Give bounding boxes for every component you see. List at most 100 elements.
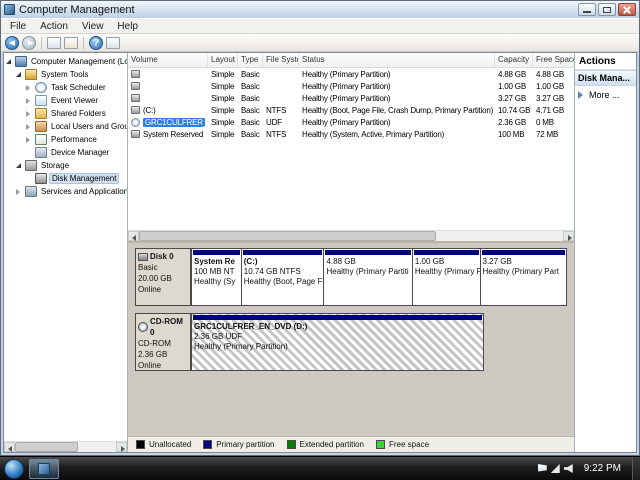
tree-item-system-tools[interactable]: System Tools [4,68,127,81]
volume-row-system-reserved[interactable]: System Reserved Simple Basic NTFS Health… [128,128,574,140]
scrollbar-thumb[interactable] [139,231,436,241]
menu-help[interactable]: Help [110,20,145,33]
partition-3-27-gb[interactable]: 3.27 GB Healthy (Primary Part [480,248,567,306]
console-tree: Computer Management (Local System Tools … [4,53,127,441]
tree-item-local-users-and-groups[interactable]: Local Users and Groups [4,120,127,133]
forward-arrow-icon[interactable] [22,35,36,50]
console-tree-pane: Computer Management (Local System Tools … [4,53,128,452]
partition-dvd-selected[interactable]: GRC1CULFRER_EN_DVD (D:) 2.36 GB UDF Heal… [191,313,485,371]
legend-unallocated: Unallocated [136,440,191,449]
partition-1-00-gb[interactable]: 1.00 GB Healthy (Primary P [412,248,481,306]
tree-item-device-manager[interactable]: Device Manager [4,146,127,159]
scroll-left-arrow[interactable] [128,231,139,241]
tree-item-shared-folders[interactable]: Shared Folders [4,107,127,120]
primary-partition-color-bar [481,250,565,255]
window-title: Computer Management [19,3,135,16]
more-actions-item[interactable]: More ... [575,86,636,104]
tree-item-disk-management[interactable]: Disk Management [4,172,127,185]
tree-horizontal-scrollbar[interactable] [4,441,127,452]
volume-row[interactable]: Simple Basic Healthy (Primary Partition)… [128,80,574,92]
expander-icon[interactable] [26,124,35,130]
tree-item-services-and-applications[interactable]: Services and Applications [4,185,127,198]
partition-c-drive[interactable]: (C:) 10.74 GB NTFS Healthy (Boot, Page F… [241,248,325,306]
legend-primary-partition: Primary partition [203,440,275,449]
system-tray: 9:22 PM [537,457,640,480]
toolbar-separator [41,36,42,49]
maximize-button[interactable] [598,3,616,16]
expander-icon[interactable] [26,137,35,143]
expander-icon[interactable] [6,59,15,64]
actions-disk-management-section[interactable]: Disk Mana... [575,70,636,86]
show-console-tree-icon[interactable] [47,36,61,49]
disk-0-info[interactable]: Disk 0 Basic 20.00 GB Online [135,248,191,306]
action-center-icon[interactable] [537,464,547,472]
volume-row-c-drive[interactable]: (C:) Simple Basic NTFS Healthy (Boot, Pa… [128,104,574,116]
tree-item-event-viewer[interactable]: Event Viewer [4,94,127,107]
taskbar-clock[interactable]: 9:22 PM [577,463,628,474]
expander-icon[interactable] [26,98,35,104]
scroll-right-arrow[interactable] [116,442,127,452]
show-desktop-button[interactable] [632,457,640,480]
start-button[interactable] [4,458,24,479]
refresh-icon[interactable] [106,36,120,49]
scroll-left-arrow[interactable] [4,442,15,452]
column-header-file-system[interactable]: File System [263,53,299,67]
computer-management-window: Computer Management File Action View Hel… [0,0,640,456]
tree-item-performance[interactable]: Performance [4,133,127,146]
cd-rom-0-info[interactable]: CD-ROM 0 CD-ROM 2.36 GB Online [135,313,191,371]
volume-disk-icon [131,106,140,114]
cd-rom-icon [138,322,148,332]
tree-item-task-scheduler[interactable]: Task Scheduler [4,81,127,94]
console-main-area: Computer Management (Local System Tools … [3,52,637,453]
disk-0-block: Disk 0 Basic 20.00 GB Online System Re 1… [135,248,567,306]
menu-file[interactable]: File [3,20,33,33]
task-scheduler-icon [35,82,47,93]
expander-icon[interactable] [26,111,35,117]
primary-partition-color-bar [193,250,240,255]
graphical-disk-view: Disk 0 Basic 20.00 GB Online System Re 1… [128,243,574,436]
minimize-button[interactable] [578,3,596,16]
tree-item-storage[interactable]: Storage [4,159,127,172]
column-header-status[interactable]: Status [299,53,495,67]
scrollbar-thumb[interactable] [15,442,78,452]
taskbar: 9:22 PM [0,456,640,480]
volume-row-dvd-selected[interactable]: GRC1CULFRER_EN... Simple Basic UDF Healt… [128,116,574,128]
close-button[interactable] [618,3,636,16]
storage-icon [25,160,37,171]
back-arrow-icon[interactable] [5,35,19,50]
column-header-capacity[interactable]: Capacity [495,53,533,67]
menubar: File Action View Help [1,18,639,34]
disk-management-icon [35,173,47,184]
system-tools-icon [25,69,37,80]
partition-4-88-gb[interactable]: 4.88 GB Healthy (Primary Partiti [324,248,413,306]
help-icon[interactable]: ? [89,35,103,50]
column-header-free-space[interactable]: Free Space [533,53,577,67]
primary-partition-color-bar [325,250,411,255]
export-list-icon[interactable] [64,36,78,49]
dvd-disc-icon [131,117,140,127]
users-icon [35,121,47,132]
expander-icon[interactable] [16,163,25,168]
volume-row[interactable]: Simple Basic Healthy (Primary Partition)… [128,92,574,104]
expander-icon[interactable] [16,72,25,77]
volume-icon[interactable] [563,464,573,473]
column-header-layout[interactable]: Layout [208,53,238,67]
column-header-volume[interactable]: Volume [128,53,208,67]
volume-row[interactable]: Simple Basic Healthy (Primary Partition)… [128,68,574,80]
network-icon[interactable] [550,464,560,473]
computer-management-taskbar-icon [38,462,50,475]
unallocated-color-swatch [136,440,145,449]
expander-icon[interactable] [16,189,25,195]
device-manager-icon [35,147,47,158]
tree-item-computer-management[interactable]: Computer Management (Local [4,55,127,68]
taskbar-button-computer-management[interactable] [29,458,59,479]
menu-action[interactable]: Action [33,20,75,33]
volume-list-horizontal-scrollbar[interactable] [128,230,574,241]
primary-partition-color-bar [242,250,323,255]
toolbar-separator [83,36,84,49]
scroll-right-arrow[interactable] [563,231,574,241]
menu-view[interactable]: View [75,20,111,33]
expander-icon[interactable] [26,85,35,91]
column-header-type[interactable]: Type [238,53,263,67]
partition-system-reserved[interactable]: System Re 100 MB NT Healthy (Sy [191,248,242,306]
